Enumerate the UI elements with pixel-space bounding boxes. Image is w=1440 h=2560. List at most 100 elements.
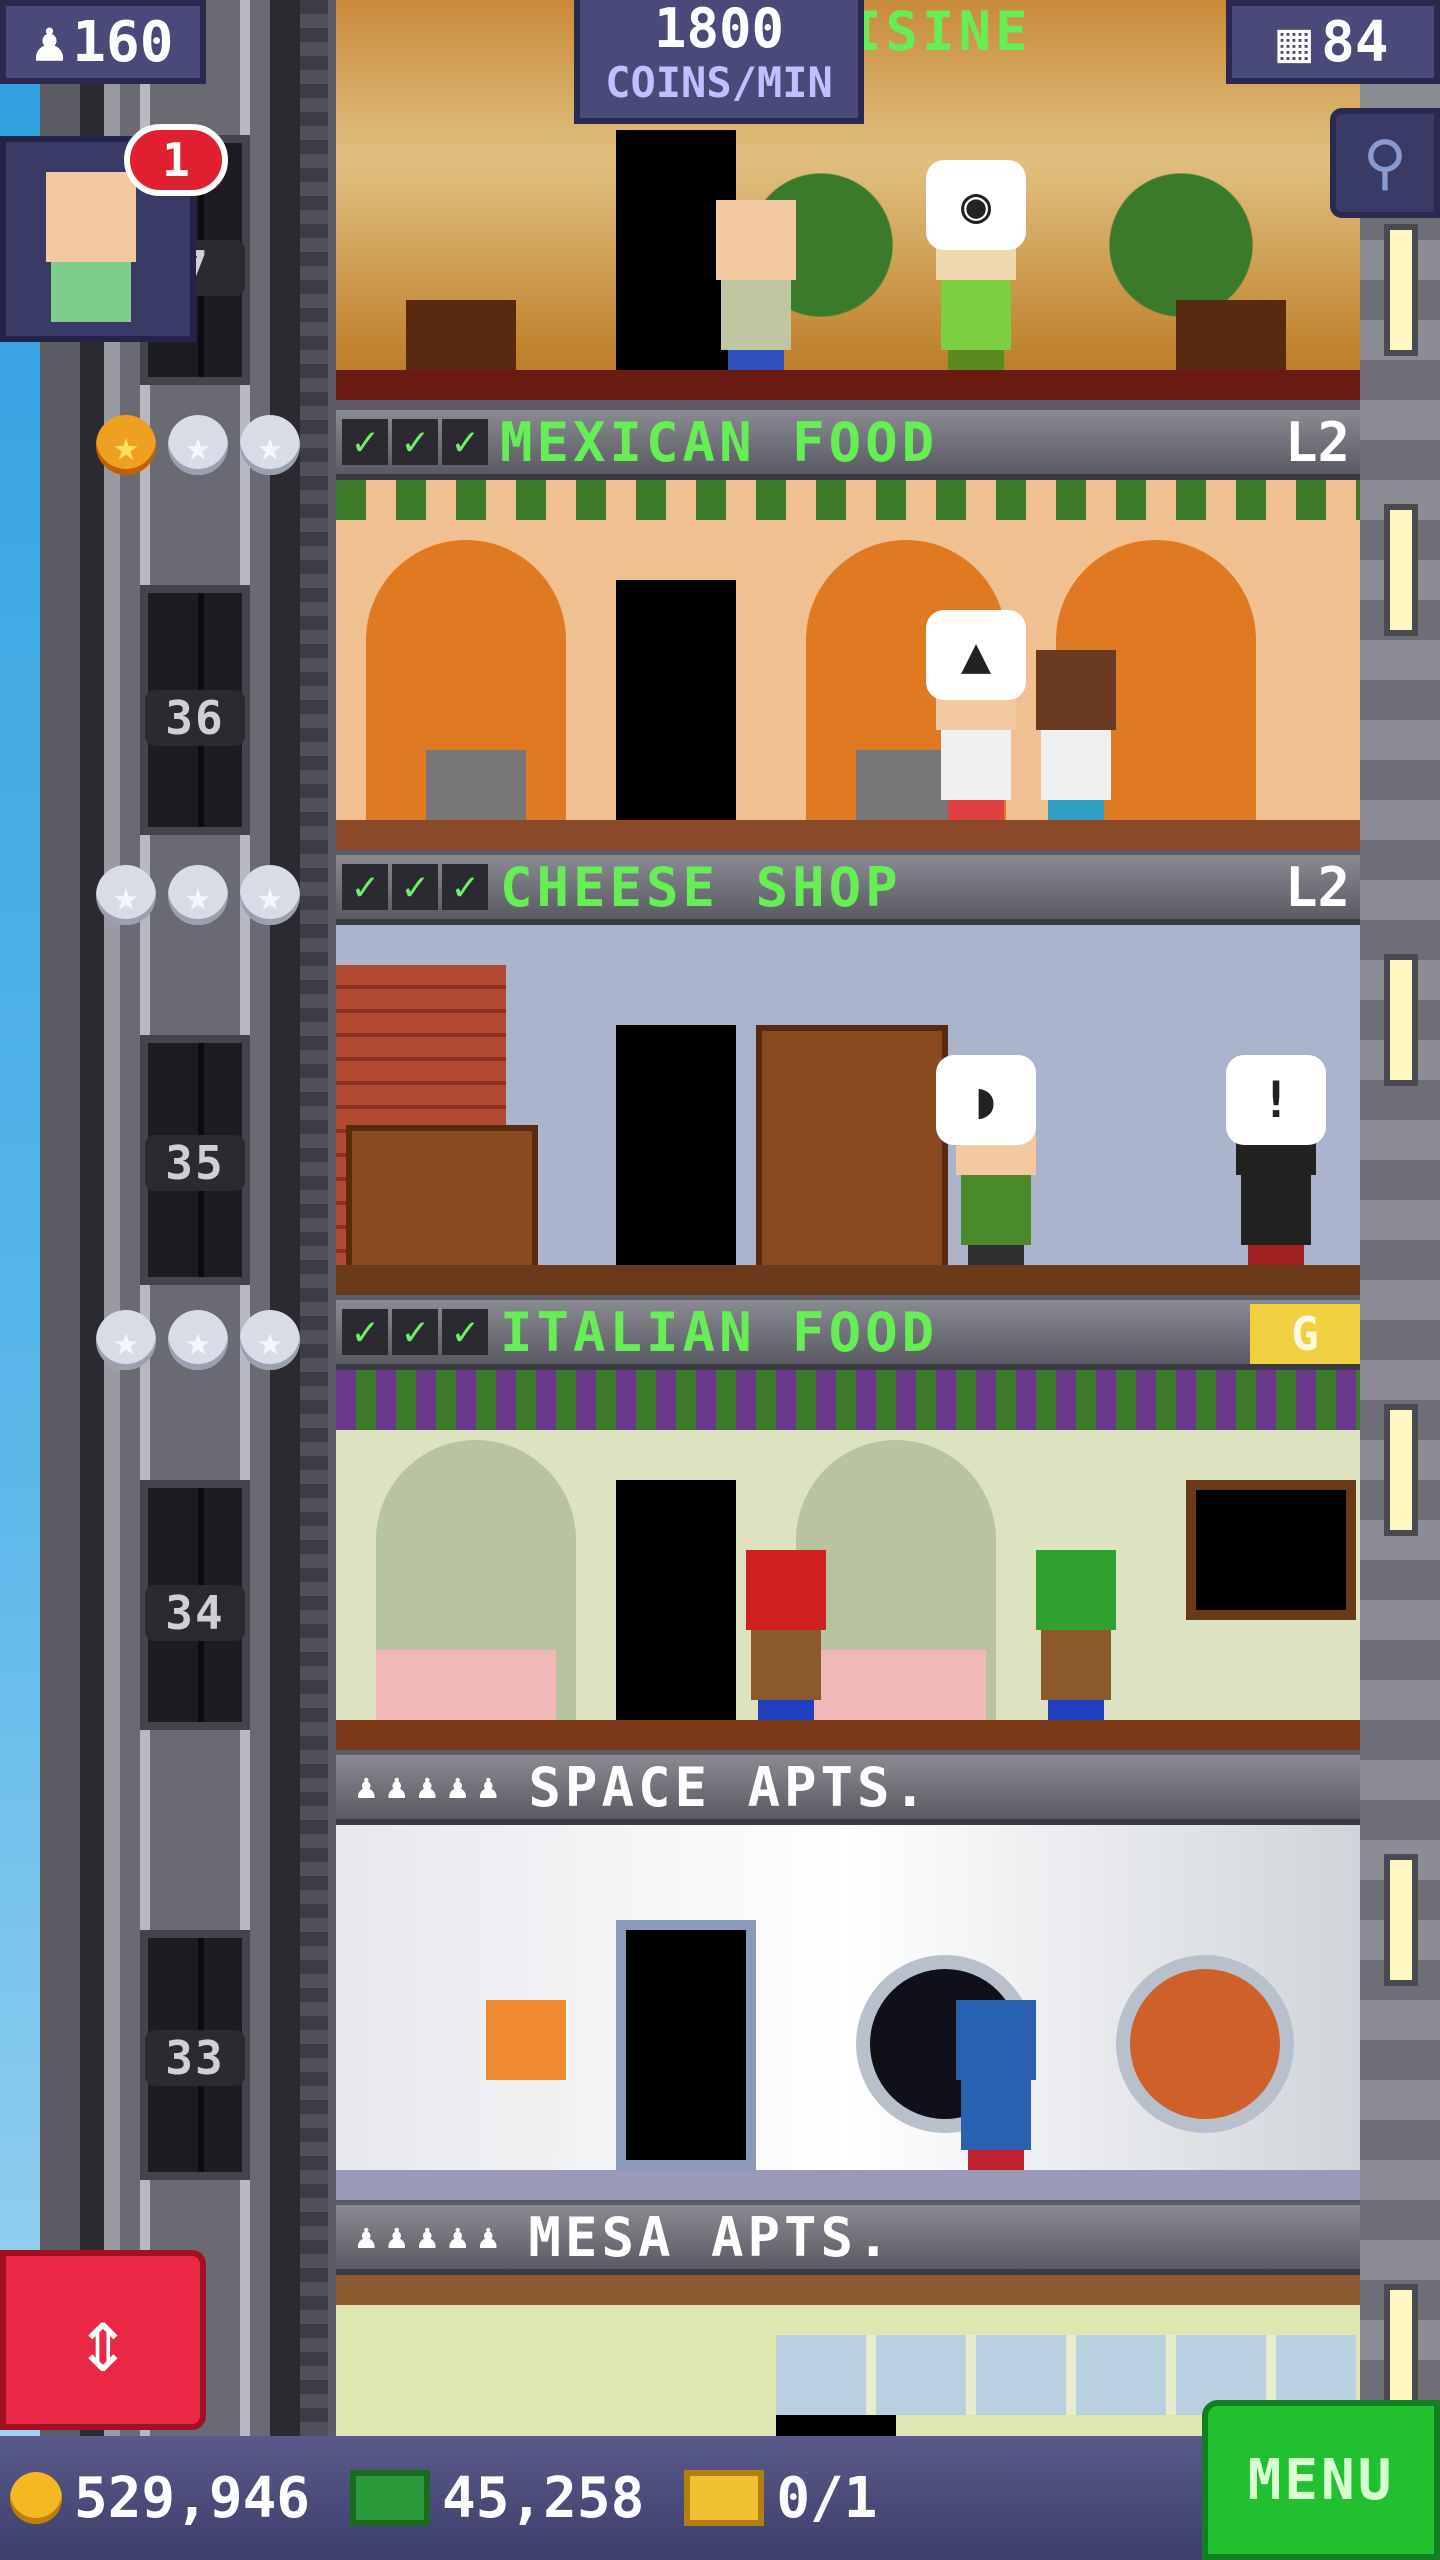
floor-name: MEXICAN FOOD: [500, 410, 939, 474]
room-door: [616, 1480, 736, 1720]
elevator-floor-number: 35: [145, 1135, 245, 1191]
room-door: [616, 1025, 736, 1265]
floor-header-cheese-shop[interactable]: ✓ ✓ ✓ CHEESE SHOP L2: [336, 855, 1360, 925]
floor-header-italian-food[interactable]: ✓ ✓ ✓ ITALIAN FOOD G: [336, 1300, 1360, 1370]
star-icon: ★: [168, 865, 228, 925]
floor-stars: ★ ★ ★: [96, 865, 300, 925]
bux-display[interactable]: 45,258: [350, 2466, 644, 2531]
window-strip: [1390, 1860, 1412, 1980]
resident-icon: ♟: [416, 1767, 438, 1807]
table: [1176, 300, 1286, 370]
floor-line: [336, 1720, 1360, 1750]
floors-icon: ▦: [1277, 9, 1312, 75]
stock-checks: ✓ ✓ ✓: [342, 419, 488, 465]
coins-per-minute[interactable]: 1800 COINS/MIN: [574, 0, 864, 124]
check-icon: ✓: [342, 1309, 388, 1355]
floor-name: MESA APTS.: [528, 2205, 894, 2269]
resident-icon: ♟: [356, 1767, 377, 1807]
floor-line: [336, 1265, 1360, 1295]
check-icon: ✓: [342, 419, 388, 465]
resident-icons: ♟ ♟ ♟ ♟ ♟: [356, 1767, 498, 1807]
floor-line: [336, 370, 1360, 400]
room-italian-food[interactable]: [336, 1370, 1360, 1750]
floor-header-mexican-food[interactable]: ✓ ✓ ✓ MEXICAN FOOD L2: [336, 410, 1360, 480]
resident-icon: ♟: [356, 2217, 377, 2257]
elevator-floor-number: 34: [145, 1585, 245, 1641]
notification-badge: 1: [124, 124, 228, 196]
floor-line: [336, 820, 1360, 850]
gold-level-badge: G: [1250, 1304, 1360, 1364]
grape-vine-decor: [336, 1370, 1360, 1430]
bitizen[interactable]: [486, 2000, 566, 2170]
check-icon: ✓: [392, 864, 438, 910]
elevator-icon: ⇕: [75, 2287, 131, 2393]
resident-icon: ♟: [386, 1767, 407, 1807]
coin-icon: [10, 2472, 62, 2524]
dish-request-bubble[interactable]: ◉: [926, 160, 1026, 250]
elevator-floor-number: 33: [145, 2030, 245, 2086]
floor-header-mesa-apts[interactable]: ♟ ♟ ♟ ♟ ♟ MESA APTS.: [336, 2205, 1360, 2275]
star-icon: ★: [240, 415, 300, 475]
population-value: 160: [72, 9, 174, 75]
bitizen[interactable]: [1036, 650, 1116, 820]
check-icon: ✓: [392, 419, 438, 465]
floor-stars: ★ ★ ★: [96, 415, 300, 475]
window-strip: [1390, 2290, 1412, 2410]
checkered-table: [376, 1650, 556, 1720]
menu-button[interactable]: MENU: [1202, 2400, 1440, 2560]
dish-request-bubble[interactable]: ◗: [936, 1055, 1036, 1145]
ticket-icon: [684, 2470, 765, 2526]
window-strip: [1390, 1410, 1412, 1530]
beam: [336, 2275, 1360, 2305]
floor-level: L2: [1284, 410, 1350, 474]
tower-right-wall: [1360, 0, 1440, 2440]
resident-icon: ♟: [477, 1767, 499, 1807]
cheese-shelf: [346, 1125, 538, 1277]
star-icon: ★: [168, 415, 228, 475]
bitizen[interactable]: [716, 200, 796, 370]
floor-header-space-apts[interactable]: ♟ ♟ ♟ ♟ ♟ SPACE APTS.: [336, 1755, 1360, 1825]
coins-value: 529,946: [74, 2465, 311, 2531]
tickets-value: 0/1: [776, 2465, 878, 2531]
bitizen-captain[interactable]: [956, 2000, 1036, 2170]
coins-display[interactable]: 529,946: [10, 2466, 310, 2531]
bitizen-green-plumber[interactable]: [1036, 1550, 1116, 1720]
search-icon: ⚲: [1363, 128, 1407, 198]
bux-icon: [350, 2470, 431, 2526]
alert-bubble[interactable]: !: [1226, 1055, 1326, 1145]
dish-request-bubble[interactable]: ▲: [926, 610, 1026, 700]
window-strip: [1390, 230, 1412, 350]
floor-counter[interactable]: ▦ 84: [1226, 0, 1440, 84]
table: [426, 750, 526, 820]
shaft-rail: [300, 0, 328, 2440]
menu-chalkboard: [1186, 1480, 1356, 1620]
resident-icons: ♟ ♟ ♟ ♟ ♟: [356, 2217, 498, 2257]
floor-level: L2: [1284, 855, 1350, 919]
bux-value: 45,258: [442, 2465, 645, 2531]
porthole-planet: [1116, 1955, 1294, 2133]
check-icon: ✓: [392, 1309, 438, 1355]
population-counter[interactable]: ♟ 160: [0, 0, 206, 84]
star-icon: ★: [240, 865, 300, 925]
check-icon: ✓: [442, 1309, 488, 1355]
room-mexican-food[interactable]: ▲: [336, 480, 1360, 850]
window-strip: [1390, 960, 1412, 1080]
check-icon: ✓: [342, 864, 388, 910]
resident-icon: ♟: [416, 2217, 438, 2257]
checkered-table: [806, 1650, 986, 1720]
floor-count-value: 84: [1321, 9, 1389, 75]
coins-rate-value: 1800: [653, 0, 785, 60]
bitizen-red-plumber[interactable]: [746, 1550, 826, 1720]
bitizen-avatar-icon: [46, 172, 136, 262]
room-space-apts[interactable]: [336, 1825, 1360, 2200]
table: [406, 300, 516, 370]
room-cheese-shop[interactable]: ◗ !: [336, 925, 1360, 1295]
stock-checks: ✓ ✓ ✓: [342, 1309, 488, 1355]
room-door: [616, 580, 736, 820]
elevator-button[interactable]: ⇕: [0, 2250, 206, 2430]
decor-trim: [336, 480, 1360, 520]
search-button[interactable]: ⚲: [1330, 108, 1440, 218]
tickets-display[interactable]: 0/1: [684, 2466, 877, 2531]
coins-rate-unit: COINS/MIN: [605, 58, 833, 107]
cheese-shelf: [756, 1025, 948, 1277]
